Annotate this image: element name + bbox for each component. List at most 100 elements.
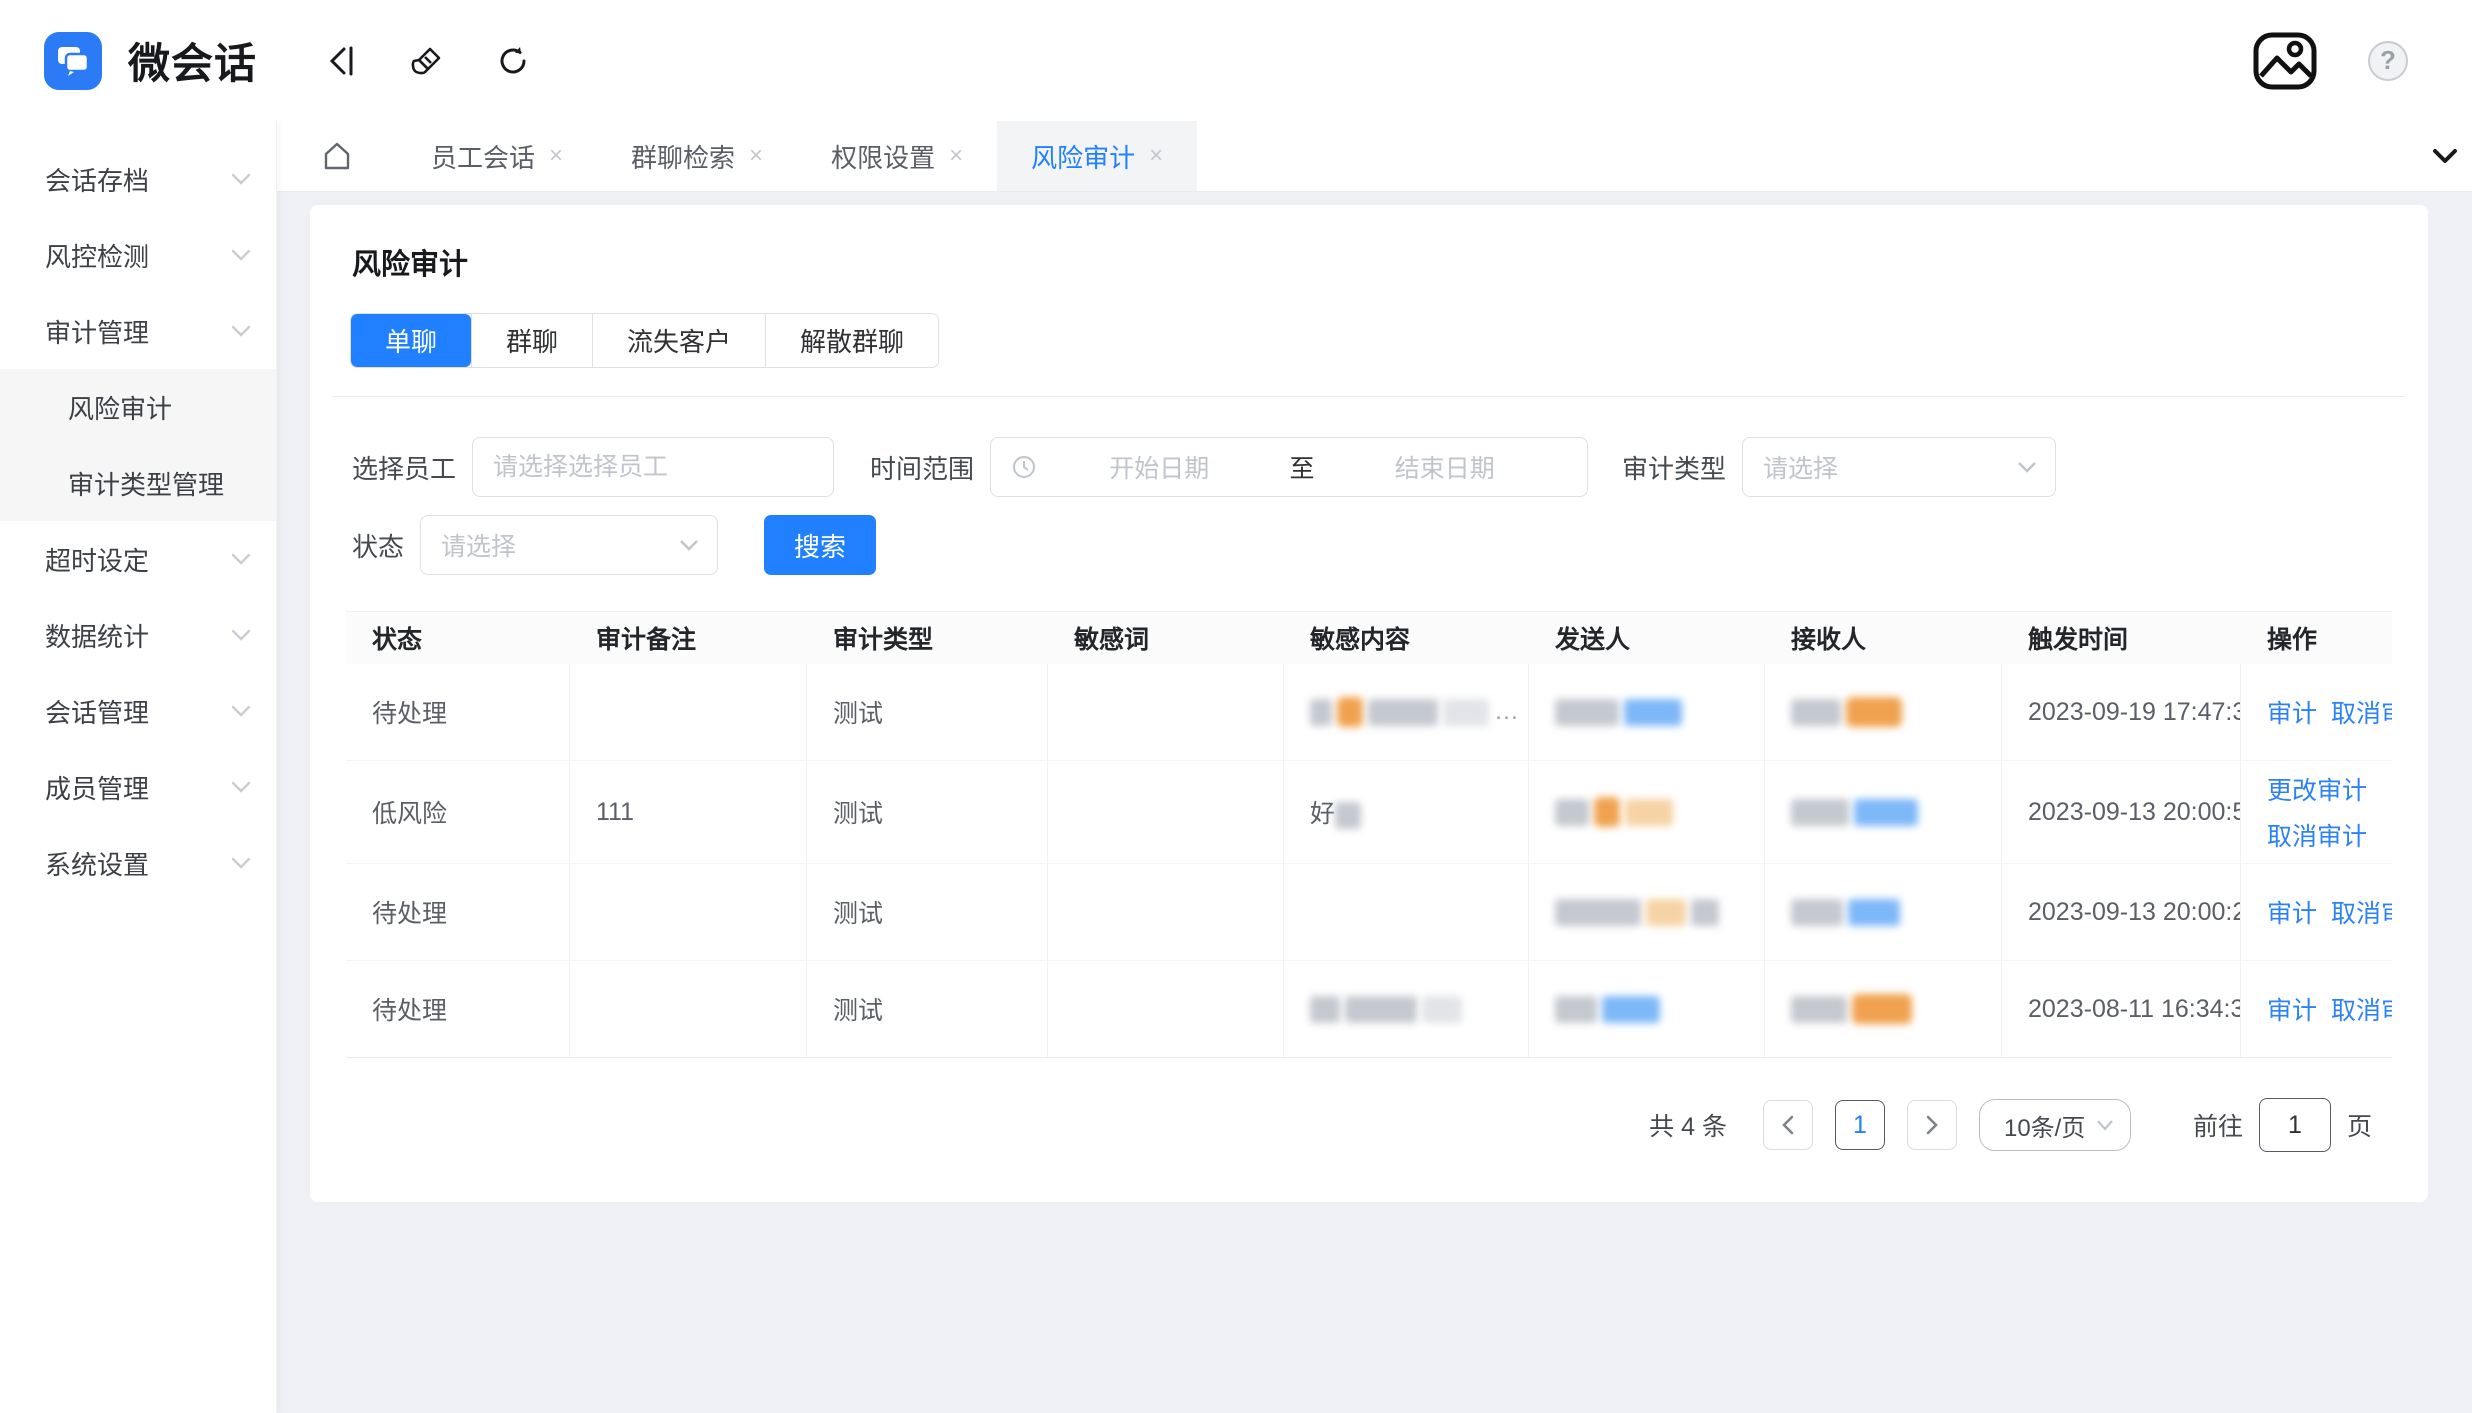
redacted-block <box>1624 699 1682 726</box>
cell-sender <box>1529 961 1765 1058</box>
page-size-value: 10条/页 <box>2004 1108 2096 1143</box>
action-link-取消审计[interactable]: 取消审计 <box>2331 700 2392 728</box>
status-placeholder: 请选择 <box>441 527 679 563</box>
redacted-block <box>1555 996 1597 1023</box>
redacted-block <box>1791 899 1843 926</box>
sidebar-item-审计管理[interactable]: 审计管理 <box>0 293 276 369</box>
redacted-content: … <box>1310 697 1521 727</box>
sidebar-item-label: 会话存档 <box>45 161 230 198</box>
cell-type: 测试 <box>807 864 1048 961</box>
tab-close-icon[interactable]: × <box>749 144 763 168</box>
help-icon[interactable]: ? <box>2368 41 2408 81</box>
action-link-取消审计[interactable]: 取消审计 <box>2331 900 2392 928</box>
collapse-sidebar-icon[interactable] <box>319 39 363 83</box>
redacted-block <box>1791 996 1847 1023</box>
start-date-placeholder[interactable]: 开始日期 <box>1037 449 1282 485</box>
segment-单聊[interactable]: 单聊 <box>351 314 471 367</box>
end-date-placeholder[interactable]: 结束日期 <box>1323 449 1568 485</box>
segment-群聊[interactable]: 群聊 <box>471 314 592 367</box>
cell-word <box>1048 961 1284 1058</box>
redacted-block <box>1368 699 1438 726</box>
redacted-block <box>1848 899 1900 926</box>
cell-content <box>1284 864 1529 961</box>
tab-close-icon[interactable]: × <box>1149 144 1163 168</box>
column-header-发送人: 发送人 <box>1529 612 1765 664</box>
sidebar-item-label: 成员管理 <box>45 769 230 806</box>
date-range-picker[interactable]: 开始日期 至 结束日期 <box>990 437 1588 497</box>
action-link-取消审计[interactable]: 取消审计 <box>2331 997 2392 1025</box>
redacted-block <box>1852 994 1912 1024</box>
employee-input[interactable] <box>472 437 834 497</box>
goto-label: 前往 <box>2193 1107 2243 1143</box>
redacted-sender <box>1555 995 1665 1024</box>
redacted-receiver <box>1791 697 1907 727</box>
avatar-placeholder-icon[interactable] <box>2252 28 2318 94</box>
next-page-button[interactable] <box>1907 1100 1957 1150</box>
tab-权限设置[interactable]: 权限设置 × <box>797 121 997 191</box>
sidebar-item-系统设置[interactable]: 系统设置 <box>0 825 276 901</box>
sidebar-item-超时设定[interactable]: 超时设定 <box>0 521 276 597</box>
table-body: 待处理测试…2023-09-19 17:47:39审计取消审计低风险111测试好… <box>346 664 2392 1058</box>
tab-label: 风险审计 <box>1031 138 1135 175</box>
sidebar-subitem-风险审计[interactable]: 风险审计 <box>0 369 276 445</box>
redacted-receiver <box>1791 898 1905 927</box>
audit-type-select[interactable]: 请选择 <box>1742 437 2056 497</box>
table-row: 待处理测试2023-08-11 16:34:38审计取消审计 <box>346 961 2392 1058</box>
refresh-icon[interactable] <box>491 39 535 83</box>
chevron-down-icon <box>2096 1119 2114 1131</box>
status-select[interactable]: 请选择 <box>420 515 718 575</box>
date-range-to: 至 <box>1282 449 1323 485</box>
segment-流失客户[interactable]: 流失客户 <box>592 314 765 367</box>
column-header-审计类型: 审计类型 <box>807 612 1048 664</box>
tab-label: 权限设置 <box>831 138 935 175</box>
sidebar-item-会话存档[interactable]: 会话存档 <box>0 141 276 217</box>
sidebar-item-会话管理[interactable]: 会话管理 <box>0 673 276 749</box>
sidebar-item-成员管理[interactable]: 成员管理 <box>0 749 276 825</box>
cell-content <box>1284 961 1529 1058</box>
prev-page-button[interactable] <box>1763 1100 1813 1150</box>
sidebar-item-label: 审计管理 <box>45 313 230 350</box>
tab-风险审计[interactable]: 风险审计 × <box>997 121 1197 191</box>
clear-cache-brush-icon[interactable] <box>405 39 449 83</box>
action-link-审计[interactable]: 审计 <box>2267 700 2317 728</box>
tab-label: 员工会话 <box>431 138 535 175</box>
redacted-content <box>1310 995 1467 1024</box>
pagination: 共 4 条 1 10条/页 前往 <box>330 1098 2372 1152</box>
tab-bar: 员工会话×群聊检索×权限设置×风险审计× <box>277 121 2472 192</box>
chat-logo-icon <box>55 43 91 79</box>
redacted-block <box>1691 899 1719 926</box>
sidebar-item-数据统计[interactable]: 数据统计 <box>0 597 276 673</box>
sidebar-item-label: 数据统计 <box>45 617 230 654</box>
action-link-取消审计[interactable]: 取消审计 <box>2267 817 2367 853</box>
cell-receiver <box>1765 864 2002 961</box>
column-header-接收人: 接收人 <box>1765 612 2002 664</box>
page-number-button[interactable]: 1 <box>1835 1100 1885 1150</box>
redacted-block <box>1555 699 1619 726</box>
action-link-更改审计[interactable]: 更改审计 <box>2267 771 2367 807</box>
redacted-block <box>1846 697 1902 727</box>
chevron-down-icon <box>230 780 252 794</box>
chevron-down-icon <box>230 248 252 262</box>
sidebar-subitem-审计类型管理[interactable]: 审计类型管理 <box>0 445 276 521</box>
goto-page-input[interactable] <box>2259 1098 2331 1152</box>
cell-word <box>1048 761 1284 864</box>
tab-群聊检索[interactable]: 群聊检索× <box>597 121 797 191</box>
home-tab-icon[interactable] <box>277 121 397 191</box>
tab-close-icon[interactable]: × <box>549 144 563 168</box>
tabbar-chevron-down-icon[interactable] <box>2432 121 2458 191</box>
cell-time: 2023-09-19 17:47:39 <box>2002 664 2241 761</box>
app-logo <box>44 32 102 90</box>
action-link-审计[interactable]: 审计 <box>2267 997 2317 1025</box>
page-content: 风险审计 单聊群聊流失客户解散群聊 选择员工 时间范围 <box>277 192 2472 1413</box>
status-label: 状态 <box>352 527 404 564</box>
redacted-block <box>1594 797 1620 827</box>
redacted-block <box>1555 899 1641 926</box>
tab-close-icon[interactable]: × <box>949 144 963 168</box>
segment-解散群聊[interactable]: 解散群聊 <box>765 314 938 367</box>
sidebar-item-风控检测[interactable]: 风控检测 <box>0 217 276 293</box>
cell-type: 测试 <box>807 761 1048 864</box>
action-link-审计[interactable]: 审计 <box>2267 900 2317 928</box>
tab-员工会话[interactable]: 员工会话 × <box>397 121 597 191</box>
search-button[interactable]: 搜索 <box>764 515 876 575</box>
page-size-select[interactable]: 10条/页 <box>1979 1099 2131 1151</box>
